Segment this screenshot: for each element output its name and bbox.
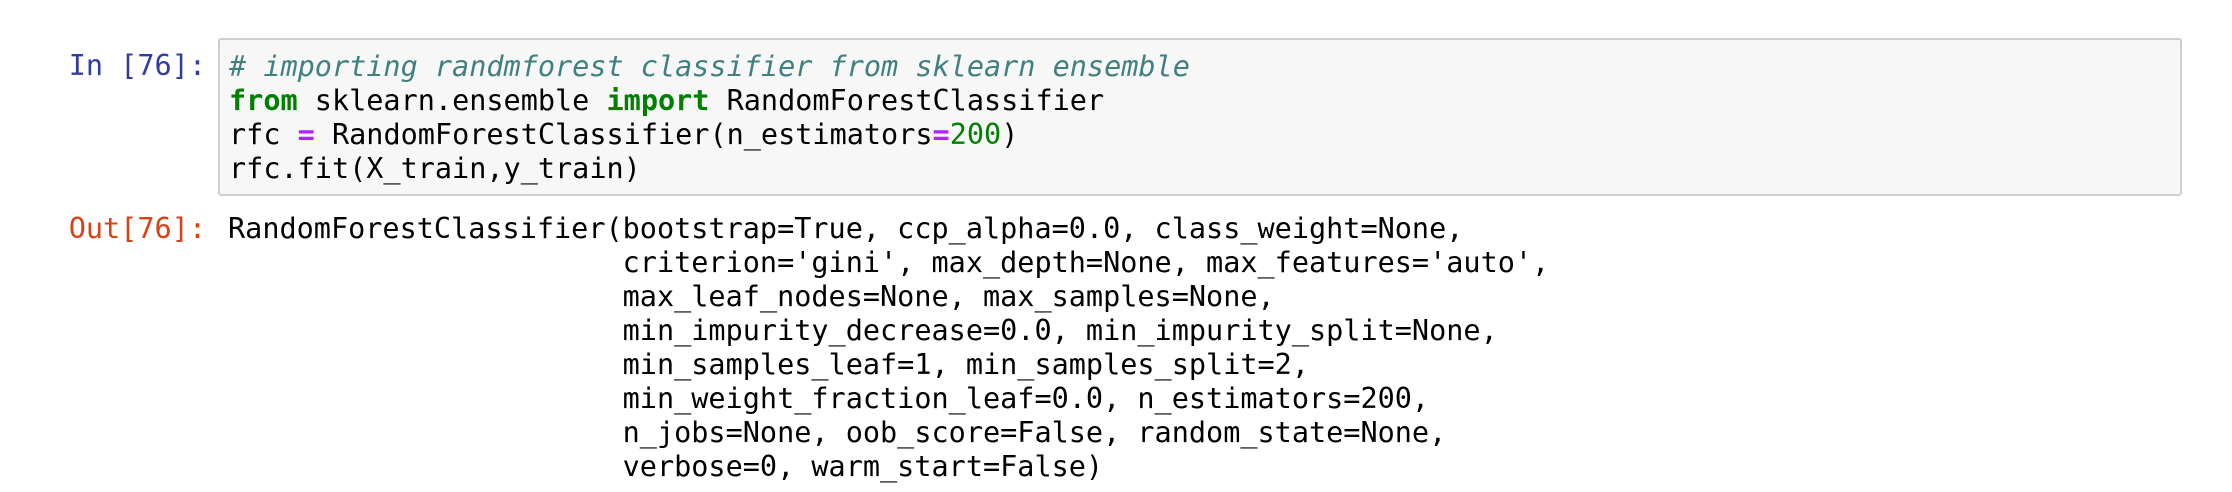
kwarg-operator: = [932, 118, 950, 151]
fit-call: rfc.fit(X_train,y_train) [229, 152, 641, 185]
code-line-3: rfc = RandomForestClassifier(n_estimator… [229, 118, 2180, 152]
output-line: RandomForestClassifier(bootstrap=True, c… [228, 212, 1464, 245]
output-line: min_weight_fraction_leaf=0.0, n_estimato… [228, 382, 1430, 415]
input-prompt: In [76]: [68, 49, 206, 82]
notebook-code-cell: In [76]: # importing randmforest classif… [0, 0, 2232, 492]
imported-name: RandomForestClassifier [709, 84, 1105, 117]
code-line-1: # importing randmforest classifier from … [229, 50, 2180, 84]
module-name: sklearn.ensemble [297, 84, 607, 117]
constructor-call: RandomForestClassifier(n_estimators [314, 118, 933, 151]
output-line: min_samples_leaf=1, min_samples_split=2, [228, 348, 1309, 381]
code-line-4: rfc.fit(X_train,y_train) [229, 152, 2180, 186]
code-line-2: from sklearn.ensemble import RandomFores… [229, 84, 2180, 118]
output-line: min_impurity_decrease=0.0, min_impurity_… [228, 314, 1498, 347]
close-paren: ) [1001, 118, 1019, 151]
number-literal: 200 [949, 118, 1002, 151]
output-prompt: Out[76]: [68, 212, 206, 245]
variable-name: rfc [229, 118, 298, 151]
output-line: n_jobs=None, oob_score=False, random_sta… [228, 416, 1447, 449]
code-comment: # importing randmforest classifier from … [229, 50, 1190, 83]
output-line: verbose=0, warm_start=False) [228, 450, 1104, 483]
assign-operator: = [297, 118, 315, 151]
cell-output: RandomForestClassifier(bootstrap=True, c… [228, 212, 2218, 484]
code-input-area[interactable]: # importing randmforest classifier from … [218, 38, 2182, 196]
keyword-from: from [229, 84, 298, 117]
output-line: max_leaf_nodes=None, max_samples=None, [228, 280, 1275, 313]
output-line: criterion='gini', max_depth=None, max_fe… [228, 246, 1550, 279]
keyword-import: import [606, 84, 710, 117]
